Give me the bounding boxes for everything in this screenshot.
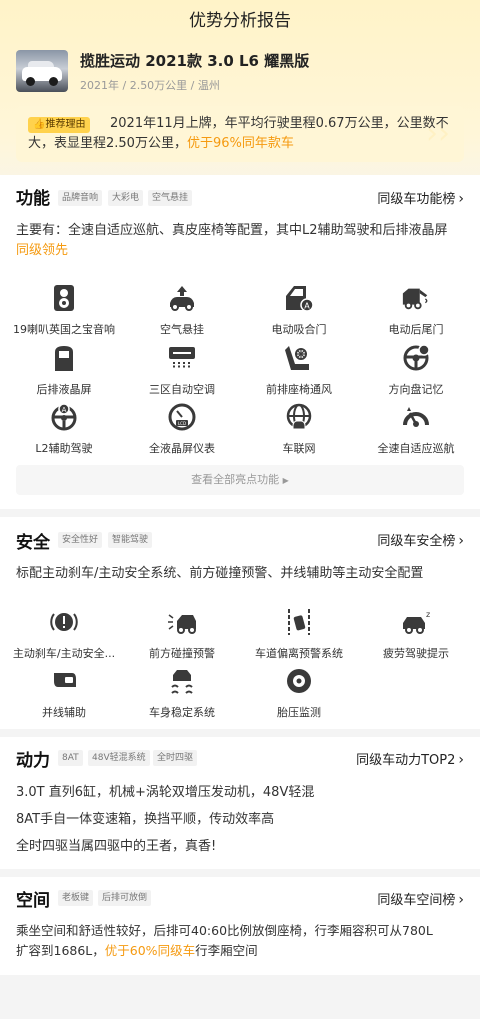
safety-stability-control[interactable]: 车身稳定系统 (127, 666, 237, 720)
space-title: 空间 (16, 891, 50, 911)
feature-air-suspension[interactable]: 空气悬挂 (127, 283, 237, 337)
power-door-icon: A (284, 283, 314, 313)
adaptive-cruise-icon (401, 402, 431, 432)
page-title: 优势分析报告 (189, 11, 291, 31)
air-suspension-icon (167, 283, 197, 313)
power-line: 3.0T 直列6缸，机械+涡轮双增压发动机，48V轻混 (16, 785, 315, 800)
speaker-icon (49, 283, 79, 313)
feature-lcd-cluster[interactable]: LCD 全液晶屏仪表 (127, 402, 237, 456)
svg-text:LCD: LCD (178, 421, 186, 426)
power-tag: 全时四驱 (153, 750, 198, 766)
space-tag: 后排可放倒 (98, 890, 152, 906)
collision-warning-icon (167, 607, 197, 637)
safety-blind-spot[interactable]: 并线辅助 (9, 666, 119, 720)
svg-text:A: A (62, 406, 67, 414)
space-tag: 老板键 (58, 890, 94, 906)
feature-connected-car[interactable]: 车联网 (244, 402, 354, 456)
features-summary: 主要有：全速自适应巡航、真皮座椅等配置，其中L2辅助驾驶和后排液晶屏 同级领先 (16, 223, 448, 258)
lcd-cluster-icon: LCD (167, 402, 197, 432)
steering-memory-icon (401, 343, 431, 373)
blind-spot-icon (49, 666, 79, 696)
power-title: 动力 (16, 751, 50, 771)
features-tag: 品牌音响 (58, 190, 103, 206)
feature-speaker[interactable]: 19喇叭英国之宝音响 (9, 283, 119, 337)
safety-tire-pressure[interactable]: 胎压监测 (244, 666, 354, 720)
feature-seat-ventilation[interactable]: 前排座椅通风 (244, 343, 354, 397)
feature-rear-screen[interactable]: 后排液晶屏 (9, 343, 119, 397)
power-tag: 8AT (58, 750, 83, 766)
feature-power-door[interactable]: A 电动吸合门 (244, 283, 354, 337)
triangle-right-icon: ▶ (282, 476, 289, 485)
power-rank-link[interactable]: 同级车动力TOP2 › (356, 749, 464, 768)
svg-text:z: z (426, 610, 430, 619)
car-meta: 2021年 / 2.50万公里 / 温州 (80, 79, 220, 92)
feature-steering-memory[interactable]: 方向盘记忆 (361, 343, 471, 397)
space-summary: 乘坐空间和舒适性较好，后排可40:60比例放倒座椅，行李厢容积可从780L 扩容到… (16, 923, 433, 958)
chevron-right-icon: › (458, 533, 464, 549)
features-tag: 大彩电 (108, 190, 144, 206)
safety-fatigue-alert[interactable]: z 疲劳驾驶提示 (361, 607, 471, 661)
fatigue-alert-icon: z (401, 607, 431, 637)
chevron-right-icon: › (458, 752, 464, 768)
feature-climate[interactable]: 三区自动空调 (127, 343, 237, 397)
safety-tag: 智能驾驶 (108, 532, 153, 548)
chevron-right-icon: › (458, 191, 464, 207)
recommend-text-line1: 2021年11月上牌，年平均行驶里程0.67万公里，公里数不 (110, 116, 449, 131)
features-rank-link[interactable]: 同级车功能榜 › (377, 188, 464, 207)
safety-summary: 标配主动刹车/主动安全系统、前方碰撞预警、并线辅助等主动安全配置 (16, 566, 424, 581)
lane-departure-icon (284, 607, 314, 637)
power-line: 全时四驱当属四驱中的王者，真香! (16, 839, 217, 854)
features-title: 功能 (16, 189, 50, 209)
connected-car-icon (284, 402, 314, 432)
recommend-highlight: 优于96%同年款车 (186, 136, 294, 151)
assist-driving-icon: A (49, 402, 79, 432)
power-tag: 48V轻混系统 (88, 750, 150, 766)
view-all-features-button[interactable]: 查看全部亮点功能 ▶ (16, 465, 464, 495)
power-tailgate-icon (401, 283, 431, 313)
car-thumbnail[interactable] (16, 50, 68, 92)
safety-rank-link[interactable]: 同级车安全榜 › (377, 530, 464, 549)
safety-tag: 安全性好 (58, 532, 103, 548)
climate-icon (167, 343, 197, 373)
feature-power-tailgate[interactable]: 电动后尾门 (361, 283, 471, 337)
safety-active-brake[interactable]: 主动刹车/主动安全... (9, 607, 119, 661)
active-brake-icon (49, 607, 79, 637)
tire-pressure-icon (284, 666, 314, 696)
recommend-text-line2: 大，表显里程2.50万公里，优于96%同年款车 (28, 136, 294, 151)
rear-screen-icon (49, 343, 79, 373)
safety-collision-warning[interactable]: 前方碰撞预警 (127, 607, 237, 661)
features-tag: 空气悬挂 (148, 190, 193, 206)
power-line: 8AT手自一体变速箱，换挡平顺，传动效率高 (16, 812, 275, 827)
seat-ventilation-icon (284, 343, 314, 373)
chevron-right-icon: › (458, 892, 464, 908)
feature-adaptive-cruise[interactable]: 全速自适应巡航 (361, 402, 471, 456)
safety-title: 安全 (16, 533, 50, 553)
space-rank-link[interactable]: 同级车空间榜 › (377, 889, 464, 908)
stability-control-icon (167, 666, 197, 696)
svg-text:A: A (304, 302, 310, 311)
feature-assist-driving[interactable]: A L2辅助驾驶 (9, 402, 119, 456)
safety-lane-departure[interactable]: 车道偏离预警系统 (244, 607, 354, 661)
car-name: 揽胜运动 2021款 3.0 L6 耀黑版 (80, 52, 310, 70)
